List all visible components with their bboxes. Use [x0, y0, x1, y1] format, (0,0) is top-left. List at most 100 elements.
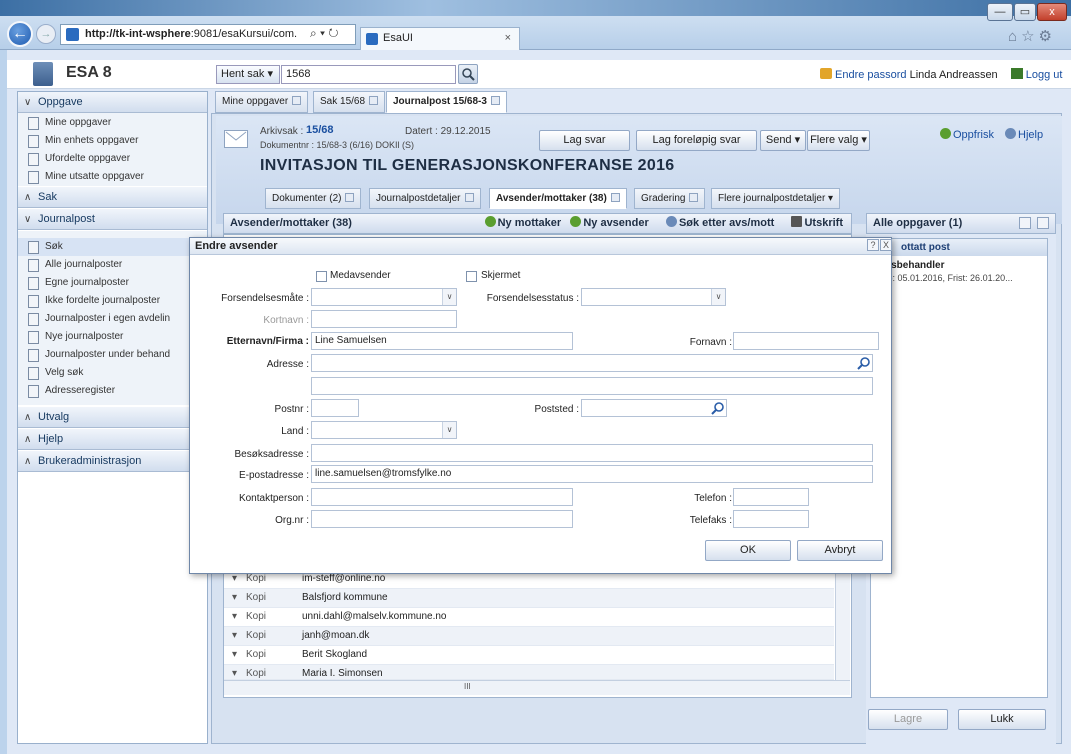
forsendelsesstatus-select[interactable]: ∨ [581, 288, 726, 306]
maximize-icon[interactable] [1037, 217, 1049, 229]
tab-flere-journalpostdetaljer[interactable]: Flere journalpostdetaljer ▾ [711, 188, 841, 209]
sidebar-section-hjelp[interactable]: ∧ Hjelp [18, 429, 207, 450]
hent-sak-dropdown[interactable]: Hent sak ▾ [216, 65, 280, 84]
lag-forelopig-svar-button[interactable]: Lag foreløpig svar [636, 130, 757, 151]
tab-close-icon[interactable] [369, 96, 379, 105]
browser-toolbar-icons[interactable]: ⌂☆⚙ [1008, 27, 1056, 45]
flere-valg-button[interactable]: Flere valg ▾ [807, 130, 870, 151]
sidebar-item-mine-utsatte-oppgaver[interactable]: Mine utsatte oppgaver [18, 168, 207, 186]
change-password-link[interactable]: Endre passord [835, 69, 907, 81]
table-row[interactable]: ▾ Kopi janh@moan.dk [224, 627, 834, 646]
tab-close-icon[interactable] [292, 96, 302, 105]
settings-gear-icon[interactable]: ⚙ [1039, 28, 1056, 45]
sidebar-section-utvalg[interactable]: ∧ Utvalg [18, 407, 207, 428]
tab-dokumenter[interactable]: Dokumenter (2) [265, 188, 362, 209]
land-select[interactable]: ∨ [311, 421, 457, 439]
sidebar-item-sok[interactable]: Søk [18, 238, 207, 256]
send-button[interactable]: Send ▾ [760, 130, 806, 151]
sidebar-item-adresseregister[interactable]: Adresseregister [18, 382, 207, 400]
row-expand-icon[interactable]: ▾ [232, 646, 237, 664]
tab-journalpostdetaljer[interactable]: Journalpostdetaljer [369, 188, 481, 209]
sidebar-item-egne-journalposter[interactable]: Egne journalposter [18, 274, 207, 292]
home-icon[interactable]: ⌂ [1008, 28, 1021, 45]
sidebar-item-alle-journalposter[interactable]: Alle journalposter [18, 256, 207, 274]
besoksadresse-input[interactable] [311, 444, 873, 462]
forsendelsesmate-select[interactable]: ∨ [311, 288, 457, 306]
skjermet-checkbox[interactable] [466, 271, 477, 282]
tab-close-icon[interactable]: × [505, 28, 511, 49]
browser-tab[interactable]: EsaUI × [360, 27, 520, 50]
lag-svar-button[interactable]: Lag svar [539, 130, 630, 151]
tab-close-icon[interactable] [345, 193, 355, 202]
dialog-close-icon[interactable]: X [880, 239, 892, 251]
adresse-input[interactable] [311, 354, 873, 372]
sidebar-item-velg-sok[interactable]: Velg søk [18, 364, 207, 382]
close-window-button[interactable]: x [1037, 3, 1067, 21]
dialog-help-icon[interactable]: ? [867, 239, 879, 251]
sidebar-item-under-behandling[interactable]: Journalposter under behand [18, 346, 207, 364]
tab-close-icon[interactable] [610, 193, 620, 202]
ok-button[interactable]: OK [705, 540, 791, 561]
row-expand-icon[interactable]: ▾ [232, 608, 237, 626]
horizontal-scrollbar[interactable]: III [224, 680, 850, 695]
table-row[interactable]: ▾ Kopi Maria I. Simonsen [224, 665, 834, 680]
etternavn-firma-input[interactable]: Line Samuelsen [311, 332, 573, 350]
arkivsak-link[interactable]: 15/68 [306, 124, 334, 136]
collapse-icon[interactable] [1019, 217, 1031, 229]
case-search-input[interactable]: 1568 [281, 65, 456, 84]
medavsender-checkbox[interactable] [316, 271, 327, 282]
table-row[interactable]: ▾ Kopi unni.dahl@malselv.kommune.no [224, 608, 834, 627]
minimize-button[interactable]: — [987, 3, 1013, 21]
epostadresse-input[interactable]: line.samuelsen@tromsfylke.no [311, 465, 873, 483]
back-arrow-icon[interactable]: ← [7, 21, 33, 47]
tab-journalpost[interactable]: Journalpost 15/68-3 [386, 91, 507, 113]
sidebar-section-sak[interactable]: ∧ Sak [18, 187, 207, 208]
favorites-star-icon[interactable]: ☆ [1021, 28, 1038, 45]
address-bar-actions[interactable]: ⌕ ▾ ↻ [310, 26, 339, 41]
ny-avsender-button[interactable]: Ny avsender [583, 217, 648, 229]
telefaks-input[interactable] [733, 510, 809, 528]
tab-mine-oppgaver[interactable]: Mine oppgaver [215, 91, 309, 113]
adresse-search-icon[interactable] [857, 356, 871, 370]
adresse-line2-input[interactable] [311, 377, 873, 395]
postnr-input[interactable] [311, 399, 359, 417]
tab-gradering[interactable]: Gradering [634, 188, 706, 209]
sidebar-item-ikke-fordelte[interactable]: Ikke fordelte journalposter [18, 292, 207, 310]
utskrift-button[interactable]: Utskrift [804, 217, 843, 229]
telefon-input[interactable] [733, 488, 809, 506]
sidebar-item-ufordelte-oppgaver[interactable]: Ufordelte oppgaver [18, 150, 207, 168]
poststed-input[interactable] [581, 399, 727, 417]
sidebar-section-brukeradministrasjon[interactable]: ∧ Brukeradministrasjon [18, 451, 207, 472]
oppfrisk-link[interactable]: Oppfrisk [953, 129, 994, 141]
tab-sak[interactable]: Sak 15/68 [313, 91, 386, 113]
sidebar-item-min-enhets-oppgaver[interactable]: Min enhets oppgaver [18, 132, 207, 150]
sok-avs-mott-button[interactable]: Søk etter avs/mott [679, 217, 774, 229]
maximize-button[interactable]: ▭ [1014, 3, 1036, 21]
tab-close-icon[interactable] [464, 193, 474, 202]
forward-arrow-icon[interactable]: → [36, 24, 56, 44]
sidebar-item-egen-avdeling[interactable]: Journalposter i egen avdelin [18, 310, 207, 328]
tab-close-icon[interactable] [490, 96, 500, 105]
sidebar-section-oppgave[interactable]: ∨ Oppgave [18, 92, 207, 113]
search-button[interactable] [458, 64, 478, 84]
lagre-button[interactable]: Lagre [868, 709, 948, 730]
logout-link[interactable]: Logg ut [1026, 69, 1063, 81]
kontaktperson-input[interactable] [311, 488, 573, 506]
ny-mottaker-button[interactable]: Ny mottaker [498, 217, 562, 229]
poststed-search-icon[interactable] [711, 401, 725, 415]
row-expand-icon[interactable]: ▾ [232, 627, 237, 645]
kortnavn-input[interactable] [311, 310, 457, 328]
tab-avsender-mottaker[interactable]: Avsender/mottaker (38) [489, 188, 627, 209]
row-expand-icon[interactable]: ▾ [232, 589, 237, 607]
sidebar-section-journalpost[interactable]: ∨ Journalpost [18, 209, 207, 230]
table-row[interactable]: ▾ Kopi Berit Skogland [224, 646, 834, 665]
vertical-scrollbar[interactable] [835, 568, 850, 680]
orgnr-input[interactable] [311, 510, 573, 528]
fornavn-input[interactable] [733, 332, 879, 350]
lukk-button[interactable]: Lukk [958, 709, 1046, 730]
sidebar-item-nye-journalposter[interactable]: Nye journalposter [18, 328, 207, 346]
avbryt-button[interactable]: Avbryt [797, 540, 883, 561]
hjelp-link[interactable]: Hjelp [1018, 129, 1043, 141]
table-row[interactable]: ▾ Kopi Balsfjord kommune [224, 589, 834, 608]
tab-close-icon[interactable] [689, 193, 699, 202]
